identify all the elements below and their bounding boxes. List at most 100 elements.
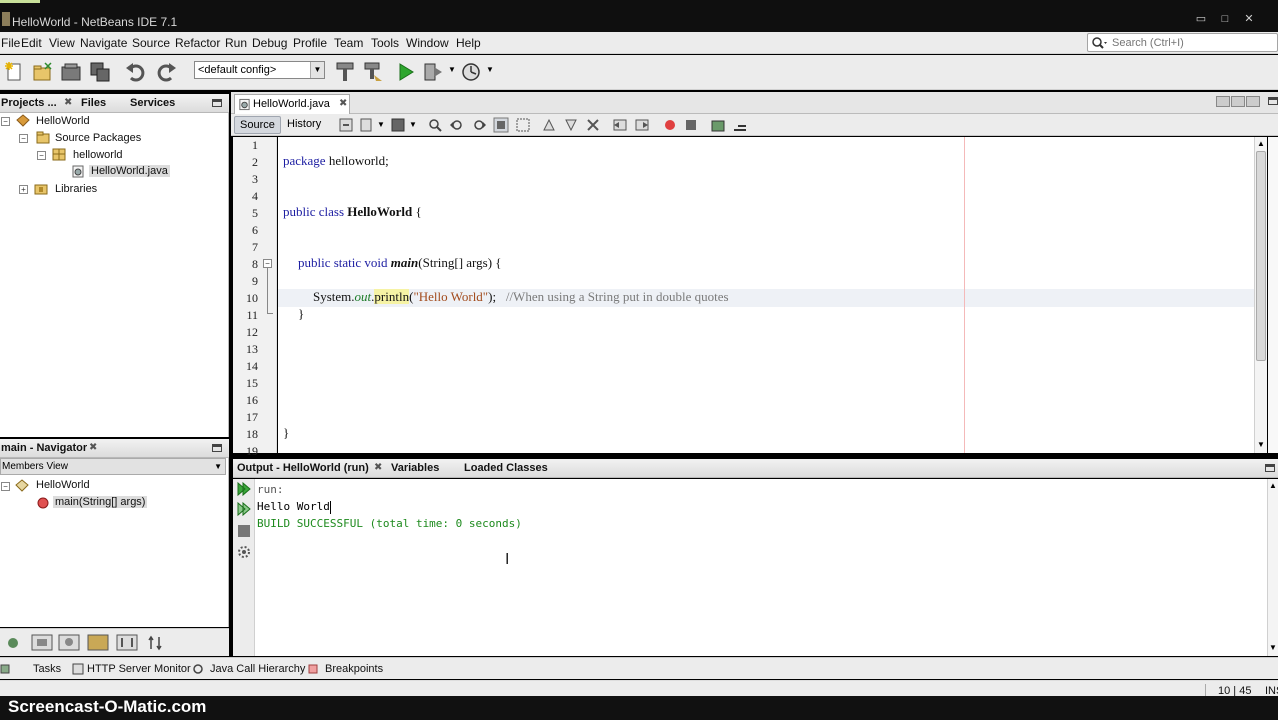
filter-fields-icon[interactable]	[5, 635, 21, 651]
scroll-up-icon[interactable]: ▲	[1269, 481, 1277, 490]
forward-icon[interactable]	[390, 117, 406, 133]
search-box[interactable]	[1087, 33, 1278, 52]
scroll-left-icon[interactable]	[1216, 96, 1230, 107]
tree-item-helloworld[interactable]: HelloWorld	[36, 115, 90, 127]
collapse-icon[interactable]: −	[1, 482, 10, 491]
find-next-icon[interactable]	[471, 117, 487, 133]
sort-alpha-icon[interactable]	[147, 635, 163, 651]
next-bookmark-icon[interactable]	[563, 117, 579, 133]
menu-debug[interactable]: Debug	[252, 36, 287, 50]
tree-item-libraries[interactable]: Libraries	[55, 183, 97, 195]
search-input[interactable]	[1112, 36, 1272, 50]
close-icon[interactable]: ✖	[339, 95, 347, 113]
chevron-down-icon[interactable]: ▼	[409, 120, 417, 129]
start-macro-icon[interactable]	[662, 117, 678, 133]
comment-icon[interactable]	[710, 117, 726, 133]
toggle-highlight-icon[interactable]	[493, 117, 509, 133]
menu-edit[interactable]: Edit	[21, 36, 42, 50]
back-icon[interactable]	[359, 117, 375, 133]
close-icon[interactable]: ✕	[1243, 14, 1255, 25]
undo-icon[interactable]	[125, 61, 147, 83]
close-icon[interactable]: ✖	[89, 442, 97, 453]
profile-dropdown-icon[interactable]: ▼	[486, 65, 494, 74]
settings-icon[interactable]	[236, 544, 252, 560]
history-button[interactable]: History	[282, 116, 326, 134]
last-edit-icon[interactable]	[338, 117, 354, 133]
output-console[interactable]: run: Hello World BUILD SUCCESSFUL (total…	[255, 479, 1267, 656]
tab-tasks[interactable]: Tasks	[33, 663, 61, 675]
new-project-icon[interactable]	[31, 61, 53, 83]
tab-projects[interactable]: Projects ...	[1, 97, 57, 109]
uncomment-icon[interactable]	[732, 117, 748, 133]
toggle-bookmark-icon[interactable]	[585, 117, 601, 133]
collapse-icon[interactable]: −	[1, 117, 10, 126]
menu-window[interactable]: Window	[406, 36, 449, 50]
menu-help[interactable]: Help	[456, 36, 481, 50]
tab-loaded-classes[interactable]: Loaded Classes	[464, 462, 548, 474]
menu-view[interactable]: View	[49, 36, 75, 50]
navigator-item-class[interactable]: HelloWorld	[36, 479, 90, 491]
shift-right-icon[interactable]	[634, 117, 650, 133]
fold-icon[interactable]: −	[263, 259, 272, 268]
find-previous-icon[interactable]	[449, 117, 465, 133]
tab-output[interactable]: Output - HelloWorld (run)	[237, 462, 369, 474]
tab-http-server-monitor[interactable]: HTTP Server Monitor	[87, 663, 191, 675]
maximize-editor-icon[interactable]	[1268, 97, 1278, 105]
menu-refactor[interactable]: Refactor	[175, 36, 220, 50]
menu-profile[interactable]: Profile	[293, 36, 327, 50]
new-file-icon[interactable]	[4, 61, 26, 83]
tab-services[interactable]: Services	[130, 97, 175, 109]
scroll-right-icon[interactable]	[1231, 96, 1245, 107]
minimize-icon[interactable]: ▭	[1195, 14, 1207, 25]
menu-run[interactable]: Run	[225, 36, 247, 50]
stop-macro-icon[interactable]	[683, 117, 699, 133]
build-hammer-icon[interactable]	[334, 61, 356, 83]
menu-file[interactable]: File	[1, 36, 20, 50]
find-selection-icon[interactable]	[427, 117, 443, 133]
menu-tools[interactable]: Tools	[371, 36, 399, 50]
redo-icon[interactable]	[155, 61, 177, 83]
sort-icon[interactable]	[116, 634, 138, 651]
tab-java-call-hierarchy[interactable]: Java Call Hierarchy	[210, 663, 305, 675]
maximize-icon[interactable]: □	[1219, 14, 1231, 25]
filter-static-icon[interactable]	[31, 634, 53, 651]
source-button[interactable]: Source	[234, 116, 281, 134]
menu-team[interactable]: Team	[334, 36, 363, 50]
show-opened-documents-icon[interactable]	[1246, 96, 1260, 107]
editor-scrollbar[interactable]: ▲ ▼	[1254, 137, 1267, 453]
tree-item-helloworld-java[interactable]: HelloWorld.java	[89, 165, 170, 177]
minimize-panel-icon[interactable]	[212, 444, 222, 452]
editor-tab-helloworld[interactable]: HelloWorld.java ✖	[234, 94, 350, 114]
members-view-select[interactable]: Members View ▼	[0, 458, 226, 475]
minimize-panel-icon[interactable]	[1265, 464, 1275, 472]
menu-source[interactable]: Source	[132, 36, 170, 50]
tab-variables[interactable]: Variables	[391, 462, 439, 474]
config-select[interactable]: <default config> ▼	[194, 61, 325, 79]
shift-left-icon[interactable]	[612, 117, 628, 133]
scroll-down-icon[interactable]: ▼	[1269, 643, 1277, 652]
filter-nonpublic-icon[interactable]	[58, 634, 80, 651]
scrollbar-thumb[interactable]	[1256, 151, 1266, 361]
collapse-icon[interactable]: −	[19, 134, 28, 143]
debug-dropdown-icon[interactable]: ▼	[448, 65, 456, 74]
expand-icon[interactable]: +	[19, 185, 28, 194]
tab-breakpoints[interactable]: Breakpoints	[325, 663, 383, 675]
output-scrollbar[interactable]: ▲ ▼	[1267, 479, 1278, 656]
clean-build-icon[interactable]	[362, 61, 384, 83]
scroll-up-icon[interactable]: ▲	[1257, 139, 1265, 148]
menu-navigate[interactable]: Navigate	[80, 36, 127, 50]
rerun-with-params-icon[interactable]	[236, 501, 252, 517]
navigator-item-main[interactable]: main(String[] args)	[53, 496, 148, 508]
minimize-panel-icon[interactable]	[212, 99, 222, 107]
debug-icon[interactable]	[422, 61, 444, 83]
run-icon[interactable]	[395, 61, 417, 83]
rerun-icon[interactable]	[236, 481, 252, 497]
save-all-icon[interactable]	[89, 61, 111, 83]
tab-files[interactable]: Files	[81, 97, 106, 109]
code-editor[interactable]: package helloworld; public class HelloWo…	[278, 137, 1254, 453]
stop-icon[interactable]	[236, 523, 252, 539]
tree-item-helloworld-package[interactable]: helloworld	[73, 149, 123, 161]
close-icon[interactable]: ✖	[374, 462, 382, 473]
tree-item-source-packages[interactable]: Source Packages	[55, 132, 141, 144]
previous-bookmark-icon[interactable]	[541, 117, 557, 133]
